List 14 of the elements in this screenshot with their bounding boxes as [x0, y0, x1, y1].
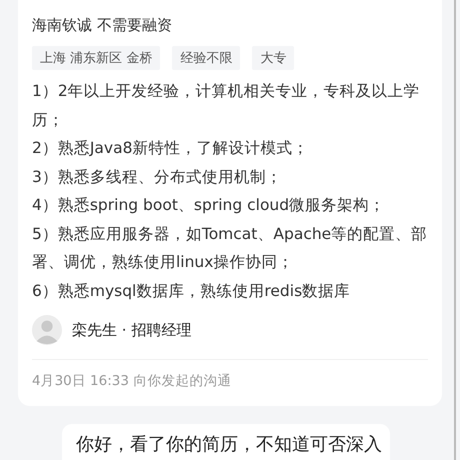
requirement-text: 4）熟悉spring boot、spring cloud微服务架构；: [32, 195, 386, 216]
requirement-text: 5）熟悉应用服务器，如Tomcat、Apache等的配置、部署、调优，熟练使用linux操作协同；: [32, 224, 428, 273]
requirement-text: 1）2年以上开发经验，计算机相关专业，专科及以上学历；: [32, 81, 421, 130]
requirement-text: 6）熟悉mysql数据库，熟练使用redis数据库: [32, 280, 352, 302]
recruiter-name: 栾先生 · 招聘经理: [72, 320, 192, 340]
timestamp: 4月30日 16:33 向你发起的沟通: [32, 372, 232, 390]
requirement-text: 2）熟悉Java8新特性，了解设计模式；: [32, 138, 310, 159]
requirement-text: 3）熟悉多线程、分布式使用机制；: [32, 166, 283, 188]
job-tag: 上海 浦东新区 金桥: [32, 46, 160, 70]
job-tag: 经验不限: [172, 46, 240, 70]
job-tag: 大专: [252, 46, 294, 70]
message-bubble: 你好，看了你的简历，不知道可否深入: [62, 424, 390, 460]
avatar-icon: [32, 315, 62, 345]
company-info: 海南钦诚 不需要融资: [32, 15, 173, 36]
